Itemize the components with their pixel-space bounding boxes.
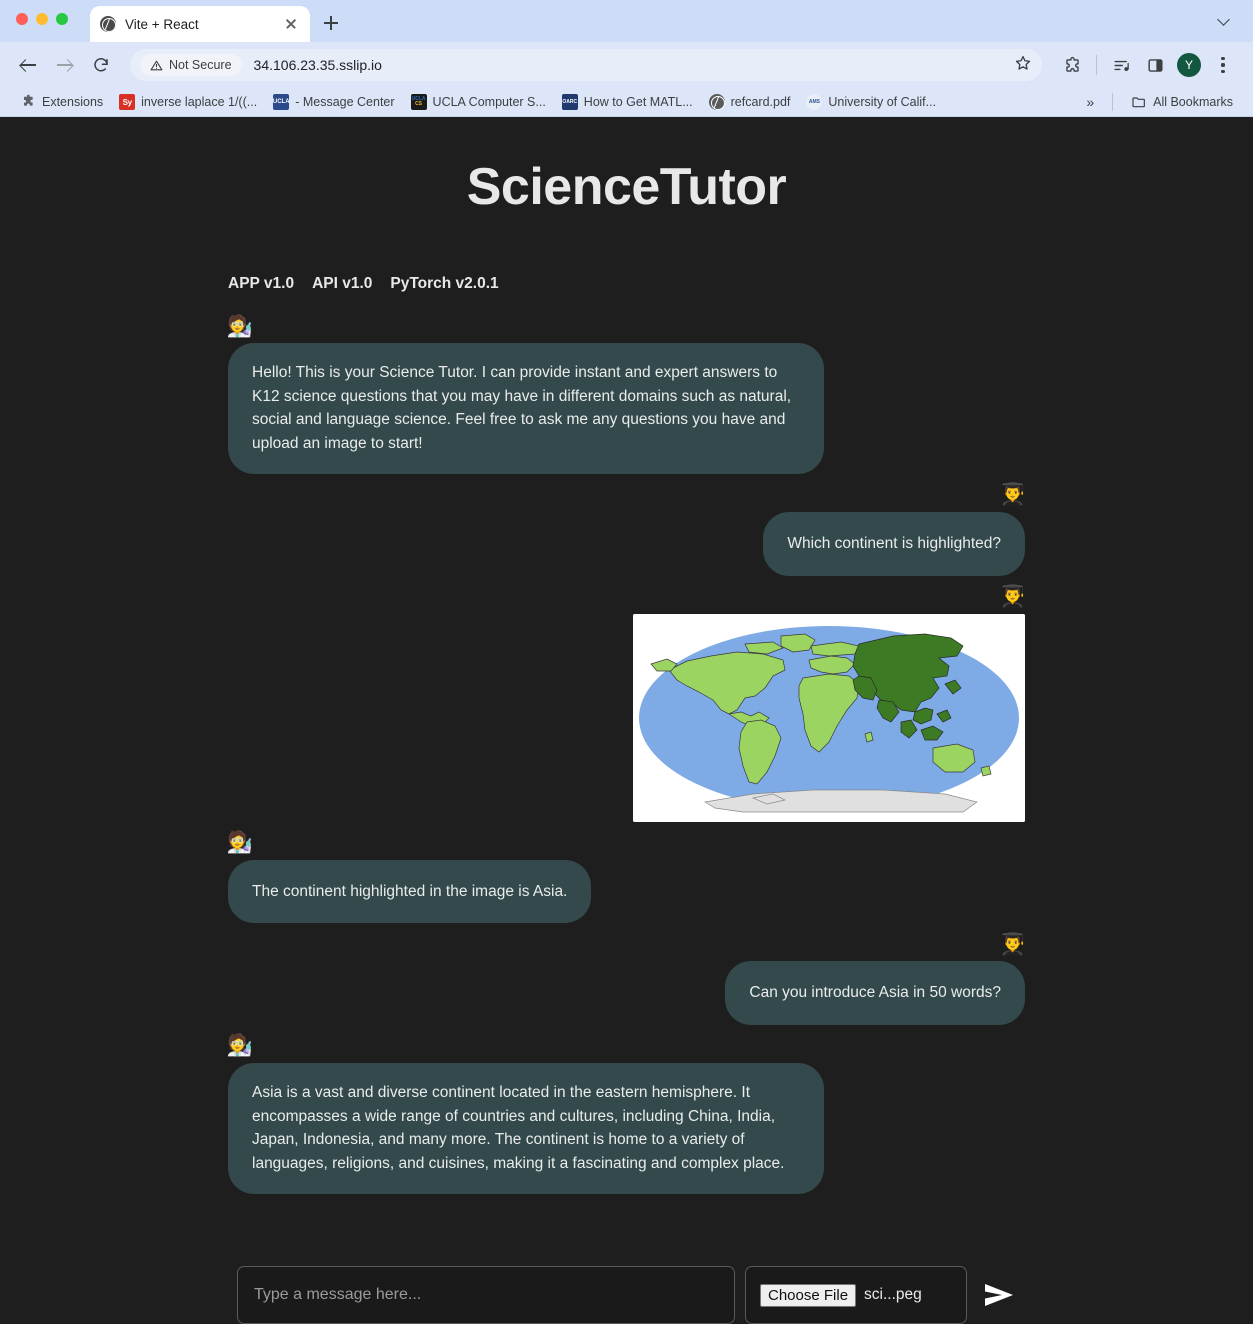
user-avatar-icon: 👨‍🎓	[999, 585, 1027, 609]
puzzle-icon	[20, 94, 36, 110]
bookmark-label: Extensions	[42, 95, 104, 109]
globe-icon	[708, 94, 725, 110]
tab-strip: Vite + React	[0, 0, 1253, 42]
send-arrow-icon	[985, 1284, 1013, 1306]
ucla-cs-icon: UCLA CS	[410, 94, 427, 110]
bookmark-label: How to Get MATL...	[583, 95, 693, 109]
close-icon[interactable]	[282, 15, 300, 33]
chat-message-assistant: 🧑‍🔬 The continent highlighted in the ima…	[226, 824, 1025, 924]
site-security-indicator[interactable]: Not Secure	[140, 54, 242, 76]
ams-icon: AMS	[806, 94, 823, 110]
bookmark-label: - Message Center	[295, 95, 395, 109]
browser-menu-icon[interactable]	[1207, 49, 1239, 81]
bookmark-symbolab[interactable]: Sy inverse laplace 1/((...	[111, 91, 265, 113]
pytorch-version: PyTorch v2.0.1	[390, 275, 499, 292]
message-bubble: Can you introduce Asia in 50 words?	[725, 961, 1025, 1025]
bookmarks-overflow-icon[interactable]: »	[1078, 91, 1102, 113]
chat-message-assistant: 🧑‍🔬 Asia is a vast and diverse continent…	[226, 1027, 1025, 1194]
message-input[interactable]	[237, 1266, 735, 1324]
bookmark-message-center[interactable]: UCLA - Message Center	[265, 91, 402, 113]
extensions-puzzle-icon[interactable]	[1056, 49, 1088, 81]
side-panel-icon[interactable]	[1139, 49, 1171, 81]
choose-file-button[interactable]: Choose File	[760, 1283, 857, 1307]
bookmark-how-to-get-matlab[interactable]: OARC How to Get MATL...	[554, 91, 701, 113]
bookmarks-bar: Extensions Sy inverse laplace 1/((... UC…	[0, 88, 1253, 117]
version-row: APP v1.0 API v1.0 PyTorch v2.0.1	[228, 275, 1253, 293]
bookmark-label: inverse laplace 1/((...	[141, 95, 258, 109]
forward-arrow-icon[interactable]	[50, 50, 80, 80]
chat-message-user: 👨‍🎓 Can you introduce Asia in 50 words?	[228, 925, 1027, 1025]
bookmark-label: UCLA Computer S...	[432, 95, 546, 109]
all-bookmarks-button[interactable]: All Bookmarks	[1123, 91, 1241, 113]
user-avatar-icon: 👨‍🎓	[999, 483, 1027, 507]
folder-icon	[1131, 94, 1147, 110]
chevron-down-icon[interactable]	[1219, 14, 1231, 26]
chat-transcript: 🧑‍🔬 Hello! This is your Science Tutor. I…	[0, 307, 1253, 1194]
profile-avatar[interactable]: Y	[1173, 49, 1205, 81]
chat-message-user: 👨‍🎓 Which continent is highlighted?	[228, 476, 1027, 576]
file-upload-field[interactable]: Choose File sci...peg	[745, 1266, 967, 1324]
bookmark-refcard-pdf[interactable]: refcard.pdf	[701, 91, 799, 113]
bookmark-ucla-computer-science[interactable]: UCLA CS UCLA Computer S...	[403, 91, 554, 113]
toolbar-icons: Y	[1056, 49, 1239, 81]
reload-icon[interactable]	[86, 50, 116, 80]
chat-message-user-image: 👨‍🎓	[228, 578, 1027, 822]
browser-tab[interactable]: Vite + React	[90, 6, 310, 42]
message-bubble: Which continent is highlighted?	[763, 511, 1025, 576]
url-text: 34.106.23.35.sslip.io	[253, 57, 382, 73]
app-version: APP v1.0	[228, 275, 295, 292]
window-controls	[16, 13, 68, 25]
bookmarks-divider	[1112, 93, 1114, 111]
selected-file-name: sci...peg	[864, 1286, 922, 1303]
security-label: Not Secure	[169, 58, 232, 72]
all-bookmarks-label: All Bookmarks	[1153, 95, 1233, 109]
globe-icon	[100, 16, 116, 32]
bookmark-label: refcard.pdf	[730, 95, 791, 109]
bookmark-label: University of Calif...	[828, 95, 937, 109]
profile-initial: Y	[1177, 53, 1201, 77]
world-map-svg	[633, 613, 1025, 822]
assistant-avatar-icon: 🧑‍🔬	[226, 314, 254, 338]
ucla-icon: UCLA	[273, 94, 290, 110]
science-tutor-app: ScienceTutor APP v1.0 API v1.0 PyTorch v…	[0, 117, 1253, 1324]
tab-title: Vite + React	[125, 16, 199, 32]
address-bar[interactable]: Not Secure 34.106.23.35.sslip.io	[130, 49, 1042, 81]
message-bubble: The continent highlighted in the image i…	[228, 859, 592, 924]
back-arrow-icon[interactable]	[14, 50, 44, 80]
new-tab-button[interactable]	[318, 10, 344, 36]
browser-window: Vite + React Not Secure 34.106.23.35.ssl…	[0, 0, 1253, 117]
message-bubble: Asia is a vast and diverse continent loc…	[228, 1062, 824, 1194]
message-composer: Choose File sci...peg	[237, 1266, 1021, 1324]
symbolab-icon: Sy	[119, 94, 136, 110]
minimize-window-button[interactable]	[36, 13, 48, 25]
bookmarks-bar-right: » All Bookmarks	[1078, 91, 1241, 113]
oarc-icon: OARC	[561, 94, 578, 110]
api-version: API v1.0	[312, 275, 373, 292]
star-icon[interactable]	[1014, 54, 1032, 77]
bookmark-extensions[interactable]: Extensions	[12, 91, 111, 113]
message-bubble: Hello! This is your Science Tutor. I can…	[228, 343, 824, 474]
maximize-window-button[interactable]	[56, 13, 68, 25]
send-button[interactable]	[977, 1273, 1021, 1317]
media-control-icon[interactable]	[1105, 49, 1137, 81]
user-avatar-icon: 👨‍🎓	[999, 932, 1027, 956]
browser-toolbar: Not Secure 34.106.23.35.sslip.io Y	[0, 42, 1253, 88]
close-window-button[interactable]	[16, 13, 28, 25]
toolbar-divider	[1096, 55, 1097, 75]
assistant-avatar-icon: 🧑‍🔬	[226, 1034, 254, 1058]
chat-message-assistant: 🧑‍🔬 Hello! This is your Science Tutor. I…	[226, 307, 1025, 474]
assistant-avatar-icon: 🧑‍🔬	[226, 831, 254, 855]
uploaded-world-map-image[interactable]	[633, 613, 1025, 822]
bookmark-university-of-california[interactable]: AMS University of Calif...	[798, 91, 944, 113]
page-title: ScienceTutor	[466, 158, 787, 216]
